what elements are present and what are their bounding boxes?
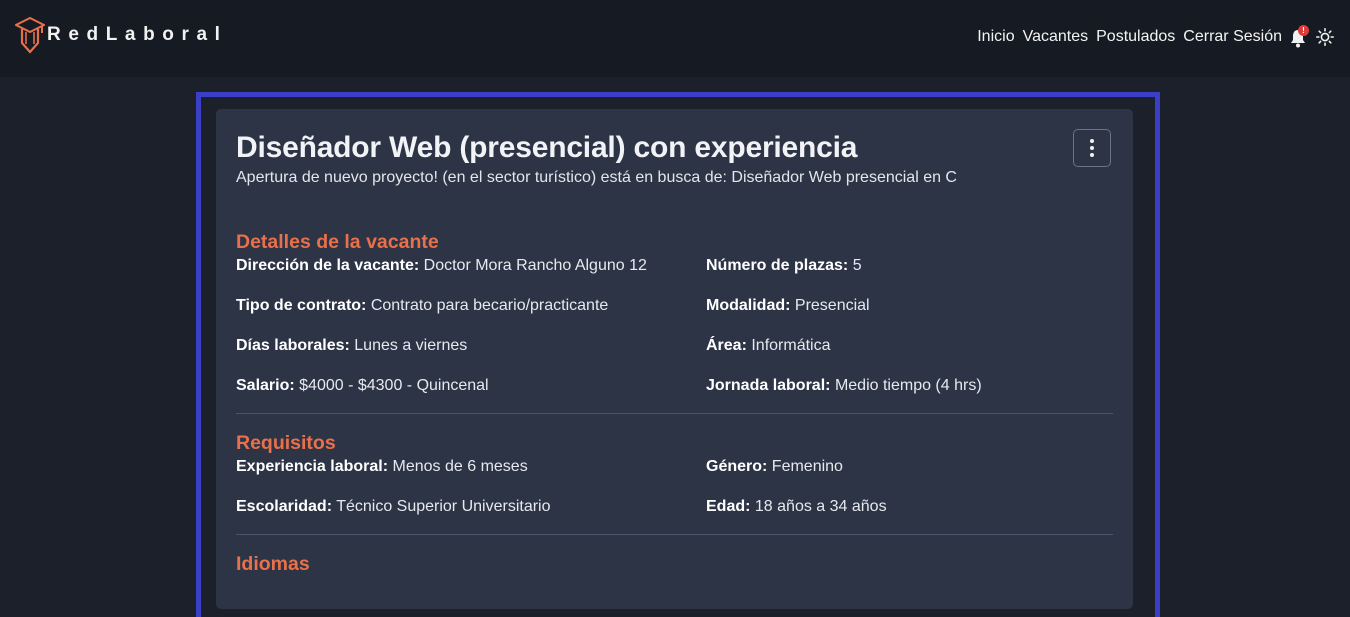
options-menu-button[interactable] — [1073, 129, 1111, 167]
sun-icon[interactable] — [1316, 28, 1334, 46]
brand-logo[interactable]: RedLaboral — [15, 16, 228, 54]
nav-link-vacantes[interactable]: Vacantes — [1023, 28, 1089, 46]
section-divider — [236, 413, 1113, 414]
nav-link-cerrar-sesion[interactable]: Cerrar Sesión — [1183, 28, 1282, 46]
field-genero: Género: Femenino — [706, 458, 843, 476]
nav-link-inicio[interactable]: Inicio — [977, 28, 1014, 46]
field-value: 5 — [852, 257, 862, 274]
field-experiencia-laboral: Experiencia laboral: Menos de 6 meses — [236, 458, 528, 476]
field-label: Género: — [706, 458, 768, 475]
field-value: Femenino — [771, 458, 843, 475]
field-modalidad: Modalidad: Presencial — [706, 297, 870, 315]
field-dias-laborales: Días laborales: Lunes a viernes — [236, 337, 467, 355]
field-label: Área: — [706, 337, 747, 354]
field-label: Dirección de la vacante: — [236, 257, 420, 274]
navbar: RedLaboral Inicio Vacantes Postulados Ce… — [0, 0, 1350, 77]
section-title-idiomas: Idiomas — [236, 553, 310, 575]
field-escolaridad: Escolaridad: Técnico Superior Universita… — [236, 498, 551, 516]
field-value: Contrato para becario/practicante — [370, 297, 609, 314]
vacancy-card: Diseñador Web (presencial) con experienc… — [216, 109, 1133, 609]
brand-name: RedLaboral — [47, 24, 228, 45]
field-numero-plazas: Número de plazas: 5 — [706, 257, 862, 275]
field-label: Escolaridad: — [236, 498, 333, 515]
field-label: Días laborales: — [236, 337, 350, 354]
field-edad: Edad: 18 años a 34 años — [706, 498, 887, 516]
vacancy-subtitle: Apertura de nuevo proyecto! (en el secto… — [236, 169, 957, 186]
field-value: Lunes a viernes — [354, 337, 468, 354]
field-label: Tipo de contrato: — [236, 297, 367, 314]
field-value: Doctor Mora Rancho Alguno 12 — [423, 257, 647, 274]
field-label: Edad: — [706, 498, 751, 515]
field-value: Medio tiempo (4 hrs) — [834, 377, 982, 394]
field-label: Jornada laboral: — [706, 377, 831, 394]
field-value: Menos de 6 meses — [392, 458, 528, 475]
vacancy-title: Diseñador Web (presencial) con experienc… — [236, 131, 858, 164]
section-divider — [236, 534, 1113, 535]
notification-badge: ! — [1298, 25, 1309, 36]
field-salario: Salario: $4000 - $4300 - Quincenal — [236, 377, 489, 395]
field-label: Experiencia laboral: — [236, 458, 389, 475]
field-tipo-contrato: Tipo de contrato: Contrato para becario/… — [236, 297, 608, 315]
field-value: $4000 - $4300 - Quincenal — [299, 377, 489, 394]
field-value: 18 años a 34 años — [754, 498, 887, 515]
section-title-details: Detalles de la vacante — [236, 231, 439, 253]
field-value: Informática — [751, 337, 831, 354]
field-label: Modalidad: — [706, 297, 791, 314]
graduation-cap-pencil-icon — [15, 16, 45, 54]
field-label: Número de plazas: — [706, 257, 849, 274]
nav-link-postulados[interactable]: Postulados — [1096, 28, 1175, 46]
field-value: Presencial — [794, 297, 870, 314]
kebab-menu-icon — [1090, 139, 1094, 157]
field-label: Salario: — [236, 377, 295, 394]
nav-links: Inicio Vacantes Postulados Cerrar Sesión — [977, 28, 1282, 46]
field-jornada-laboral: Jornada laboral: Medio tiempo (4 hrs) — [706, 377, 982, 395]
section-title-requisitos: Requisitos — [236, 432, 336, 454]
field-value: Técnico Superior Universitario — [336, 498, 551, 515]
field-direccion: Dirección de la vacante: Doctor Mora Ran… — [236, 257, 647, 275]
field-area: Área: Informática — [706, 337, 831, 355]
